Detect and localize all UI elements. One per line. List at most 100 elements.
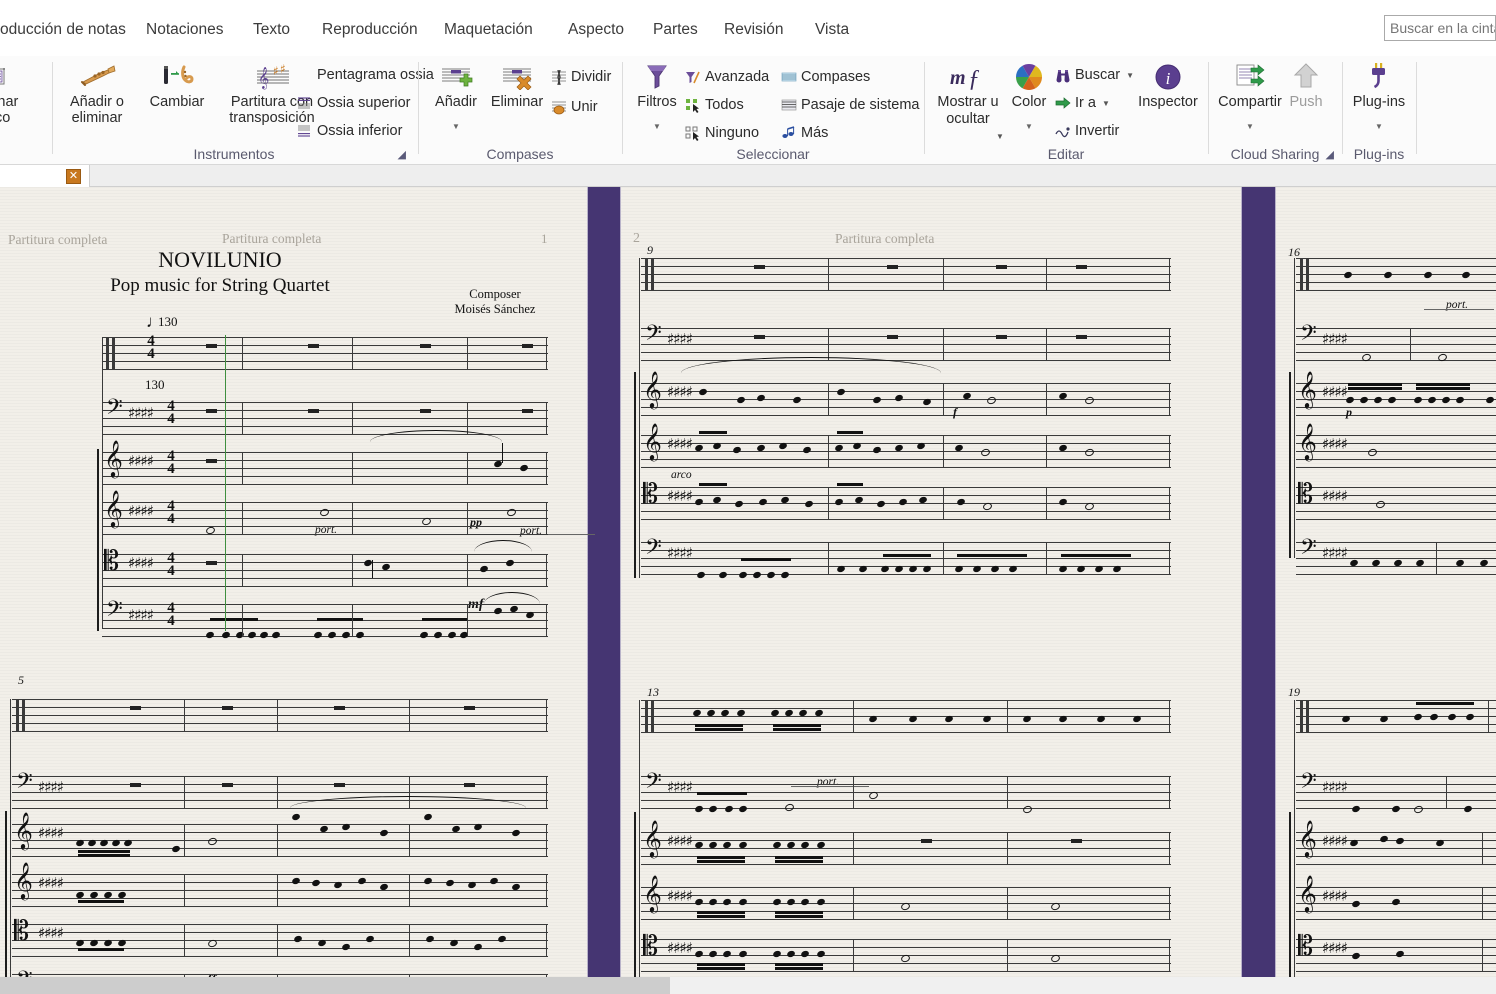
document-tab[interactable]: ✕ xyxy=(0,165,90,187)
ribbon-tab-layout[interactable]: Maquetación xyxy=(444,21,533,39)
close-icon[interactable]: ✕ xyxy=(66,168,81,184)
page1-number: 1 xyxy=(541,231,548,246)
p3-stave-viola-s1[interactable]: 𝄡 ♯♯♯♯ xyxy=(1296,481,1496,520)
group-separator-1 xyxy=(418,62,419,154)
ribbon-tab-playback[interactable]: Reproducción xyxy=(322,21,418,39)
p2-stave-viola-s1[interactable]: 𝄡 ♯♯♯♯ xyxy=(641,481,1171,520)
p3-stave-violin1-s1[interactable]: 𝄞 ♯♯♯♯ p xyxy=(1296,373,1496,419)
select-bars-button[interactable]: Compases xyxy=(780,66,870,88)
stave-drums-s1[interactable]: 44 xyxy=(102,334,548,370)
svg-text:i: i xyxy=(1166,69,1171,88)
share-label: Compartir xyxy=(1218,94,1282,110)
ribbon-tab-parts[interactable]: Partes xyxy=(653,21,698,39)
p3-stave-bass-s2[interactable]: 𝄢 ♯♯♯♯ xyxy=(1296,771,1496,815)
ribbon-tab-review[interactable]: Revisión xyxy=(724,21,783,39)
p2-stave-cello-s1[interactable]: 𝄢 ♯♯♯♯ xyxy=(641,537,1171,580)
plugins-caret-icon[interactable]: ▼ xyxy=(1375,122,1383,131)
split-bar-button[interactable]: Dividir xyxy=(550,66,611,88)
show-hide-caret-icon[interactable]: ▼ xyxy=(996,132,1004,141)
horizontal-scrollbar-thumb[interactable] xyxy=(0,977,670,994)
system-passage-label: Pasaje de sistema xyxy=(801,97,920,113)
p3-dyn-p: p xyxy=(1346,405,1352,419)
score-page-3[interactable]: 16 port. 𝄢 ♯♯♯♯ 𝄞 ♯♯♯♯ p 𝄞 ♯♯♯♯ 𝄡 ♯♯♯♯ 𝄢… xyxy=(1276,187,1496,977)
stave-violin2-s1[interactable]: 𝄞 ♯♯♯♯ 44 xyxy=(102,492,548,536)
flip-button[interactable]: Invertir xyxy=(1054,120,1119,142)
ribbon-search-box[interactable] xyxy=(1384,15,1496,41)
plugins-button[interactable]: Plug-ins ▼ xyxy=(1340,60,1418,131)
p2-stave-violin1-s1[interactable]: 𝄞 ♯♯♯♯ f xyxy=(641,373,1171,419)
score-page-2[interactable]: 2 9 Partitura completa 𝄢 ♯♯♯♯ 𝄞 ♯♯♯♯ f a… xyxy=(621,187,1241,977)
ossia-staff-button[interactable]: Pentagrama ossia xyxy=(296,64,434,86)
delete-bars-button[interactable]: Eliminar xyxy=(482,60,552,110)
p2-stave-bass-s2[interactable]: 𝄢 ♯♯♯♯ xyxy=(641,771,1171,815)
stave-drums-s2[interactable] xyxy=(12,699,548,732)
goto-button[interactable]: Ir a ▼ xyxy=(1054,92,1110,114)
inspector-button[interactable]: i Inspector xyxy=(1132,60,1204,110)
p2-stave-drums-s1[interactable] xyxy=(641,258,1171,291)
stave-violin1-s2[interactable]: 𝄞 ♯♯♯♯ xyxy=(12,796,548,857)
stave-violin2-s2[interactable]: 𝄞 ♯♯♯♯ xyxy=(12,864,548,907)
select-more-button[interactable]: Más xyxy=(780,122,828,144)
ribbon-group-instrumentos: Añadir o eliminar Cambiar 𝄞 ♯ ♯ Partitur… xyxy=(54,56,434,165)
filters-button[interactable]: Filtros ▼ xyxy=(628,60,686,131)
color-button[interactable]: Color ▼ xyxy=(1004,60,1054,131)
p2-stave-violin2-s2[interactable]: 𝄞 ♯♯♯♯ xyxy=(641,877,1171,920)
stave-cello-s1[interactable]: 𝄢 ♯♯♯♯ 44 xyxy=(102,592,548,640)
stave-bass-s1[interactable]: 𝄢 ♯♯♯♯ 44 xyxy=(102,397,548,435)
p3-stave-violin1-s2[interactable]: 𝄞 ♯♯♯♯ xyxy=(1296,822,1496,865)
page1-header-left: Partitura completa xyxy=(8,232,108,247)
p3-stave-cello-s1[interactable]: 𝄢 ♯♯♯♯ xyxy=(1296,537,1496,575)
share-caret-icon[interactable]: ▼ xyxy=(1246,122,1254,131)
advanced-filter-button[interactable]: Avanzada xyxy=(684,66,769,88)
p2-bass-clef-icon: 𝄢 xyxy=(645,321,662,351)
stave-viola-s1[interactable]: 𝄡 ♯♯♯♯ 44 xyxy=(102,540,548,587)
add-remove-instrument-label-1: Añadir o xyxy=(69,94,124,110)
p2-string-brace xyxy=(634,372,636,578)
add-bars-caret-icon[interactable]: ▼ xyxy=(452,122,460,131)
ribbon-tab-appearance[interactable]: Aspecto xyxy=(568,21,624,39)
share-button[interactable]: Compartir ▼ xyxy=(1214,60,1286,131)
ribbon-tab-notations[interactable]: Notaciones xyxy=(146,21,224,39)
stave-viola-s2[interactable]: 𝄡 ♯♯♯♯ xyxy=(12,918,548,957)
add-bars-button[interactable]: Añadir ▼ xyxy=(424,60,488,131)
p2-stave-viola-s2[interactable]: 𝄡 ♯♯♯♯ xyxy=(641,933,1171,972)
horizontal-scrollbar[interactable] xyxy=(0,977,1496,994)
p3-stave-drums-s2[interactable] xyxy=(1296,700,1496,733)
p2-stave-violin1-s2[interactable]: 𝄞 ♯♯♯♯ xyxy=(641,822,1171,865)
ribbon-tab-text[interactable]: Texto xyxy=(253,21,290,39)
p2-stave-violin2-s1[interactable]: 𝄞 ♯♯♯♯ xyxy=(641,425,1171,468)
p3-stave-bass-s1[interactable]: 𝄢 ♯♯♯♯ xyxy=(1296,323,1496,363)
p2-stave-bass-s1[interactable]: 𝄢 ♯♯♯♯ xyxy=(641,323,1171,361)
join-bars-button[interactable]: Unir xyxy=(550,96,598,118)
add-remove-instrument-button[interactable]: Añadir o eliminar xyxy=(58,60,136,126)
ossia-above-button[interactable]: Ossia superior xyxy=(296,92,410,114)
filters-caret-icon[interactable]: ▼ xyxy=(653,122,661,131)
system-passage-button[interactable]: Pasaje de sistema xyxy=(780,94,919,116)
p3-stave-viola-s2[interactable]: 𝄡 ♯♯♯♯ xyxy=(1296,933,1496,972)
search-input[interactable] xyxy=(1390,20,1495,36)
select-graphic-button[interactable]: ccionar áfico xyxy=(0,60,50,126)
instrumentos-dialog-launcher[interactable]: ◢ xyxy=(398,148,406,161)
ribbon-tab-view[interactable]: Vista xyxy=(815,21,849,39)
goto-caret-icon[interactable]: ▼ xyxy=(1102,99,1110,108)
bass-clef-icon: 𝄢 xyxy=(106,395,123,425)
p3-stave-violin2-s2[interactable]: 𝄞 ♯♯♯♯ xyxy=(1296,877,1496,920)
p3-stave-drums-s1[interactable] xyxy=(1296,258,1496,291)
score-page-1[interactable]: Partitura completa Partitura completa 1 … xyxy=(0,187,633,977)
color-caret-icon[interactable]: ▼ xyxy=(1025,122,1033,131)
select-none-button[interactable]: Ninguno xyxy=(684,122,759,144)
p2-stave-drums-s2[interactable] xyxy=(641,700,1171,733)
key-signature-violin1-s2: ♯♯♯♯ xyxy=(38,824,64,842)
p3-stave-violin2-s1[interactable]: 𝄞 ♯♯♯♯ xyxy=(1296,425,1496,468)
ribbon-tab-note-input[interactable]: oducción de notas xyxy=(0,21,126,39)
show-hide-button[interactable]: m ƒ Mostrar u ocultar ▼ xyxy=(930,60,1006,141)
change-instrument-button[interactable]: Cambiar xyxy=(138,60,216,110)
stave-violin1-s1[interactable]: 𝄞 ♯♯♯♯ 44 xyxy=(102,430,548,485)
cloud-sharing-dialog-launcher[interactable]: ◢ xyxy=(1326,148,1334,161)
ossia-staff-icon xyxy=(296,67,313,83)
ossia-below-button[interactable]: Ossia inferior xyxy=(296,120,402,142)
score-canvas[interactable]: Partitura completa Partitura completa 1 … xyxy=(0,187,1496,977)
composer-name: Moisés Sánchez xyxy=(454,302,536,316)
select-all-button[interactable]: Todos xyxy=(684,94,744,116)
find-button[interactable]: Buscar ▼ xyxy=(1054,64,1134,86)
